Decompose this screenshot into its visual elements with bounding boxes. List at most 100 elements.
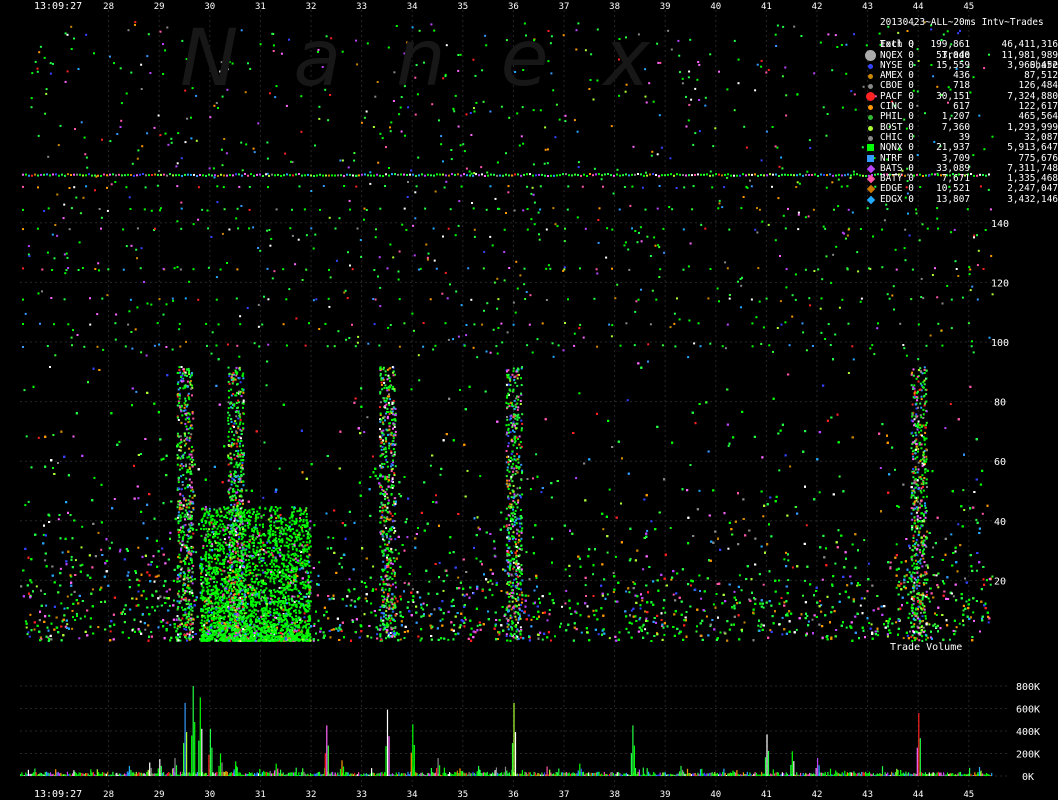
scatter-point bbox=[399, 638, 402, 641]
scatter-point bbox=[438, 561, 441, 564]
scatter-point bbox=[530, 618, 533, 621]
scatter-point bbox=[93, 476, 96, 479]
scatter-point bbox=[52, 434, 55, 436]
scatter-point bbox=[527, 594, 530, 597]
x-tick-label: 39 bbox=[660, 2, 671, 12]
scatter-point bbox=[66, 623, 69, 626]
x-tick-label: 28 bbox=[103, 2, 114, 12]
scatter-point bbox=[757, 624, 760, 627]
scatter-point bbox=[560, 622, 562, 625]
scatter-point bbox=[928, 600, 931, 603]
scatter-point bbox=[71, 627, 74, 630]
scatter-point bbox=[626, 399, 629, 402]
scatter-point bbox=[630, 609, 633, 612]
x-tick-label: 37 bbox=[559, 790, 570, 800]
scatter-point bbox=[405, 518, 408, 521]
scatter-point bbox=[118, 440, 121, 443]
scatter-point bbox=[740, 589, 743, 592]
scatter-point bbox=[375, 588, 378, 591]
x-tick-label: 45 bbox=[963, 790, 974, 800]
scatter-point bbox=[313, 622, 316, 625]
scatter-point bbox=[954, 630, 957, 633]
scatter-point bbox=[791, 566, 794, 569]
y-tick-label: 60 bbox=[994, 457, 1006, 468]
scatter-point bbox=[137, 546, 140, 549]
scatter-point bbox=[548, 609, 551, 611]
scatter-point bbox=[78, 637, 81, 640]
x-tick-label: 32 bbox=[306, 2, 317, 12]
scatter-point bbox=[805, 524, 808, 527]
scatter-point bbox=[934, 612, 936, 615]
scatter-point bbox=[845, 626, 848, 629]
scatter-point bbox=[541, 638, 544, 641]
scatter-point bbox=[137, 497, 140, 500]
scatter-point bbox=[565, 589, 568, 592]
scatter-point bbox=[592, 609, 595, 612]
scatter-point bbox=[783, 558, 786, 561]
scatter-point bbox=[847, 372, 850, 374]
scatter-point bbox=[838, 592, 841, 595]
scatter-point bbox=[118, 550, 121, 553]
scatter-point bbox=[818, 491, 821, 494]
scatter-point bbox=[895, 586, 898, 589]
scatter-point bbox=[100, 548, 103, 551]
scatter-point bbox=[592, 573, 594, 576]
scatter-point bbox=[819, 599, 822, 602]
scatter-point bbox=[759, 625, 762, 628]
scatter-point bbox=[348, 578, 351, 581]
scatter-point bbox=[139, 620, 142, 623]
scatter-point bbox=[663, 633, 666, 636]
scatter-point bbox=[908, 547, 911, 549]
scatter-point bbox=[916, 428, 919, 431]
scatter-point bbox=[575, 477, 578, 480]
scatter-point bbox=[895, 543, 898, 546]
x-tick-label: 44 bbox=[913, 2, 924, 12]
x-start-label: 13:09:27 bbox=[34, 1, 82, 12]
scatter-point bbox=[422, 602, 425, 605]
scatter-point bbox=[193, 578, 196, 580]
scatter-point bbox=[564, 568, 567, 571]
scatter-point bbox=[886, 635, 889, 638]
scatter-point bbox=[195, 551, 198, 554]
scatter-point bbox=[660, 619, 663, 621]
scatter-point bbox=[91, 588, 94, 591]
scatter-point bbox=[889, 561, 892, 564]
x-tick-label: 38 bbox=[609, 2, 620, 12]
scatter-point bbox=[541, 611, 544, 614]
scatter-point bbox=[863, 597, 866, 600]
scatter-point bbox=[989, 583, 992, 586]
scatter-point bbox=[110, 541, 113, 544]
scatter-point bbox=[113, 498, 116, 500]
scatter-point bbox=[937, 586, 940, 589]
x-tick-label: 29 bbox=[154, 2, 165, 12]
scatter-point bbox=[169, 623, 172, 626]
scatter-point bbox=[646, 529, 649, 532]
scatter-point bbox=[59, 567, 62, 570]
scatter-point bbox=[642, 568, 645, 571]
scatter-point bbox=[63, 607, 66, 610]
scatter-point bbox=[952, 595, 955, 598]
scatter-point bbox=[441, 618, 444, 621]
scatter-point bbox=[975, 569, 978, 572]
scatter-point bbox=[606, 593, 609, 596]
scatter-point bbox=[700, 597, 703, 600]
scatter-point bbox=[894, 468, 896, 471]
scatter-point bbox=[439, 473, 442, 476]
scatter-point bbox=[487, 581, 490, 584]
x-tick-label: 40 bbox=[710, 790, 721, 800]
scatter-point bbox=[394, 512, 397, 515]
scatter-point bbox=[762, 583, 765, 586]
scatter-point bbox=[260, 560, 263, 562]
x-tick-label: 29 bbox=[154, 790, 165, 800]
scatter-point bbox=[987, 621, 990, 624]
scatter-point bbox=[60, 602, 63, 605]
scatter-point bbox=[727, 547, 730, 550]
scatter-point bbox=[538, 597, 540, 600]
scatter-point bbox=[66, 595, 69, 598]
volume-tick-label: 600K bbox=[1016, 705, 1040, 716]
scatter-point bbox=[124, 613, 126, 615]
scatter-point bbox=[868, 622, 871, 624]
scatter-point bbox=[428, 580, 431, 583]
scatter-point bbox=[641, 599, 644, 602]
x-tick-label: 30 bbox=[204, 790, 215, 800]
